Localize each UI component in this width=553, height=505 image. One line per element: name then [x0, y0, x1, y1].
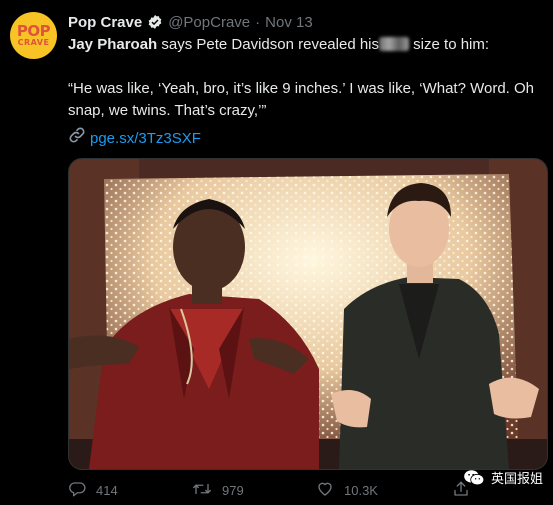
author-name[interactable]: Pop Crave	[68, 14, 142, 31]
retweet-count: 979	[222, 482, 244, 498]
censored-word	[379, 37, 410, 51]
mention-jay-pharoah: Jay Pharoah	[68, 36, 158, 53]
author-handle[interactable]: @PopCrave	[168, 14, 250, 31]
tweet-quote: “He was like, ‘Yeah, bro, it’s like 9 in…	[68, 80, 535, 119]
wechat-icon	[463, 469, 485, 487]
heart-icon	[316, 480, 334, 501]
reply-count: 414	[96, 482, 118, 498]
tweet-date[interactable]: Nov 13	[265, 14, 313, 31]
text-pre-blur: says Pete Davidson revealed his	[157, 36, 380, 53]
tweet-link[interactable]: pge.sx/3Tz3SXF	[90, 128, 201, 150]
avatar-logo-text-pop: POP	[16, 22, 51, 40]
tweet-text-line-1: Jay Pharoah says Pete Davidson revealed …	[68, 34, 544, 56]
reply-icon	[68, 480, 86, 501]
header-separator: ·	[255, 13, 261, 31]
watermark-text: 英国报姐	[490, 472, 543, 487]
avatar-logo-text-crave: CRAVE	[17, 38, 50, 47]
retweet-button[interactable]: 979	[192, 480, 244, 501]
avatar[interactable]: POP CRAVE	[10, 12, 57, 59]
retweet-icon	[192, 480, 212, 501]
link-chain-icon	[68, 126, 86, 151]
tweet-media-image[interactable]	[68, 158, 548, 470]
tweet-link-line: pge.sx/3Tz3SXF	[68, 126, 201, 151]
like-count: 10.3K	[344, 482, 378, 498]
watermark: 英国报姐	[463, 468, 543, 487]
tweet-text: Jay Pharoah says Pete Davidson revealed …	[68, 34, 544, 122]
text-post-blur: size to him:	[409, 36, 490, 53]
tweet-header: Pop Crave @PopCrave · Nov 13	[68, 11, 313, 33]
verified-badge-icon	[147, 14, 163, 30]
reply-button[interactable]: 414	[68, 480, 118, 501]
like-button[interactable]: 10.3K	[316, 480, 378, 501]
